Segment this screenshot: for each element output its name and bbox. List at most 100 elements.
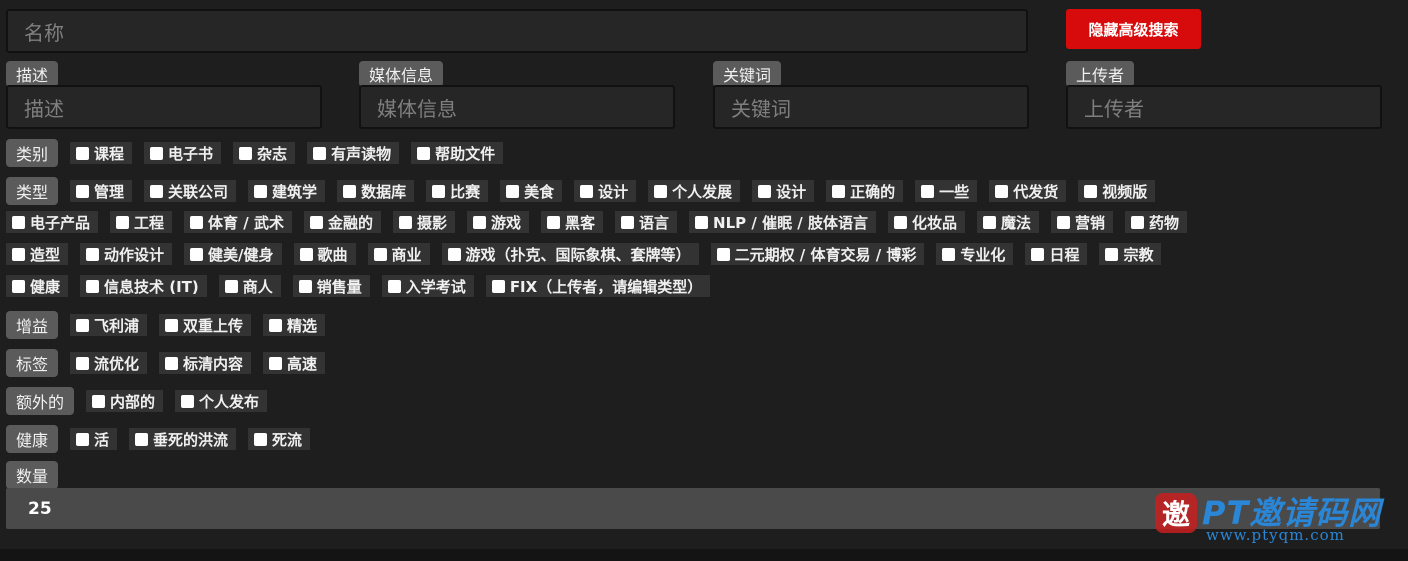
type-option[interactable]: NLP / 催眠 / 肢体语言 xyxy=(689,211,876,233)
type-option[interactable]: 营销 xyxy=(1051,211,1114,233)
checkbox[interactable] xyxy=(398,215,412,229)
health-option[interactable]: 活 xyxy=(70,428,118,450)
type-option[interactable]: 设计 xyxy=(752,180,815,202)
type-option[interactable]: 建筑学 xyxy=(248,180,326,202)
checkbox[interactable] xyxy=(716,247,730,261)
checkbox[interactable] xyxy=(12,247,25,261)
checkbox[interactable] xyxy=(1105,247,1119,261)
type-option[interactable]: 二元期权 / 体育交易 / 博彩 xyxy=(710,243,925,265)
checkbox[interactable] xyxy=(921,184,935,198)
health-option[interactable]: 死流 xyxy=(248,428,311,450)
type-option[interactable]: 美食 xyxy=(500,180,563,202)
type-option[interactable]: 数据库 xyxy=(337,180,415,202)
checkbox[interactable] xyxy=(224,279,238,293)
type-option[interactable]: 宗教 xyxy=(1099,243,1162,265)
type-option[interactable]: 动作设计 xyxy=(80,243,173,265)
type-option[interactable]: 化妆品 xyxy=(888,211,966,233)
uploader-input[interactable]: 上传者 xyxy=(1066,85,1382,129)
checkbox[interactable] xyxy=(190,247,204,261)
checkbox[interactable] xyxy=(76,184,90,198)
name-search-input[interactable]: 名称 xyxy=(6,9,1028,53)
checkbox[interactable] xyxy=(86,247,100,261)
checkbox[interactable] xyxy=(165,318,179,332)
checkbox[interactable] xyxy=(654,184,668,198)
type-option[interactable]: 工程 xyxy=(110,211,173,233)
health-option[interactable]: 垂死的洪流 xyxy=(129,428,237,450)
type-option[interactable]: 体育 / 武术 xyxy=(184,211,292,233)
checkbox[interactable] xyxy=(387,279,401,293)
type-option[interactable]: 设计 xyxy=(574,180,637,202)
checkbox[interactable] xyxy=(547,215,561,229)
checkbox[interactable] xyxy=(758,184,772,198)
type-option[interactable]: 管理 xyxy=(70,180,133,202)
checkbox[interactable] xyxy=(417,146,431,160)
type-option[interactable]: FIX（上传者，请编辑类型） xyxy=(485,275,711,297)
type-option[interactable]: 电子产品 xyxy=(6,211,99,233)
checkbox[interactable] xyxy=(299,247,313,261)
checkbox[interactable] xyxy=(313,146,327,160)
category-option[interactable]: 杂志 xyxy=(233,142,296,164)
type-option[interactable]: 商业 xyxy=(367,243,430,265)
type-option[interactable]: 一些 xyxy=(915,180,978,202)
type-option[interactable]: 魔法 xyxy=(977,211,1040,233)
type-option[interactable]: 健美/健身 xyxy=(184,243,282,265)
checkbox[interactable] xyxy=(373,247,387,261)
checkbox[interactable] xyxy=(894,215,907,229)
checkbox[interactable] xyxy=(506,184,520,198)
checkbox[interactable] xyxy=(92,394,106,408)
media-info-input[interactable]: 媒体信息 xyxy=(359,85,675,129)
checkbox[interactable] xyxy=(76,146,90,160)
checkbox[interactable] xyxy=(942,247,956,261)
keywords-input[interactable]: 关键词 xyxy=(713,85,1029,129)
type-option[interactable]: 金融的 xyxy=(303,211,381,233)
checkbox[interactable] xyxy=(1031,247,1045,261)
type-option[interactable]: 专业化 xyxy=(936,243,1014,265)
checkbox[interactable] xyxy=(76,318,90,332)
type-option[interactable]: 健康 xyxy=(6,275,69,297)
type-option[interactable]: 比赛 xyxy=(426,180,489,202)
type-option[interactable]: 个人发展 xyxy=(648,180,741,202)
checkbox[interactable] xyxy=(12,215,25,229)
category-option[interactable]: 有声读物 xyxy=(307,142,400,164)
type-option[interactable]: 代发货 xyxy=(989,180,1067,202)
checkbox[interactable] xyxy=(1084,184,1098,198)
checkbox[interactable] xyxy=(239,146,253,160)
checkbox[interactable] xyxy=(254,184,268,198)
type-option[interactable]: 视频版 xyxy=(1078,180,1156,202)
type-option[interactable]: 信息技术 (IT) xyxy=(80,275,207,297)
category-option[interactable]: 课程 xyxy=(70,142,133,164)
checkbox[interactable] xyxy=(190,215,204,229)
checkbox[interactable] xyxy=(832,184,846,198)
checkbox[interactable] xyxy=(343,184,357,198)
checkbox[interactable] xyxy=(621,215,635,229)
checkbox[interactable] xyxy=(580,184,594,198)
type-option[interactable]: 正确的 xyxy=(826,180,904,202)
checkbox[interactable] xyxy=(254,432,268,446)
type-option[interactable]: 游戏（扑克、国际象棋、套牌等） xyxy=(441,243,699,265)
checkbox[interactable] xyxy=(269,356,283,370)
checkbox[interactable] xyxy=(12,279,25,293)
gain-option[interactable]: 精选 xyxy=(263,314,326,336)
category-option[interactable]: 电子书 xyxy=(144,142,222,164)
checkbox[interactable] xyxy=(86,279,100,293)
hide-advanced-search-button[interactable]: 隐藏高级搜索 xyxy=(1066,9,1201,49)
checkbox[interactable] xyxy=(447,247,461,261)
checkbox[interactable] xyxy=(298,279,312,293)
type-option[interactable]: 关联公司 xyxy=(144,180,237,202)
checkbox[interactable] xyxy=(76,356,90,370)
checkbox[interactable] xyxy=(695,215,709,229)
checkbox[interactable] xyxy=(135,432,149,446)
type-option[interactable]: 商人 xyxy=(218,275,281,297)
extra-option[interactable]: 内部的 xyxy=(86,390,164,412)
checkbox[interactable] xyxy=(116,215,130,229)
checkbox[interactable] xyxy=(181,394,195,408)
gain-option[interactable]: 飞利浦 xyxy=(70,314,148,336)
extra-option[interactable]: 个人发布 xyxy=(175,390,268,412)
type-option[interactable]: 造型 xyxy=(6,243,69,265)
gain-option[interactable]: 双重上传 xyxy=(159,314,252,336)
type-option[interactable]: 药物 xyxy=(1125,211,1188,233)
type-option[interactable]: 入学考试 xyxy=(381,275,474,297)
checkbox[interactable] xyxy=(309,215,323,229)
type-option[interactable]: 游戏 xyxy=(467,211,530,233)
checkbox[interactable] xyxy=(432,184,446,198)
